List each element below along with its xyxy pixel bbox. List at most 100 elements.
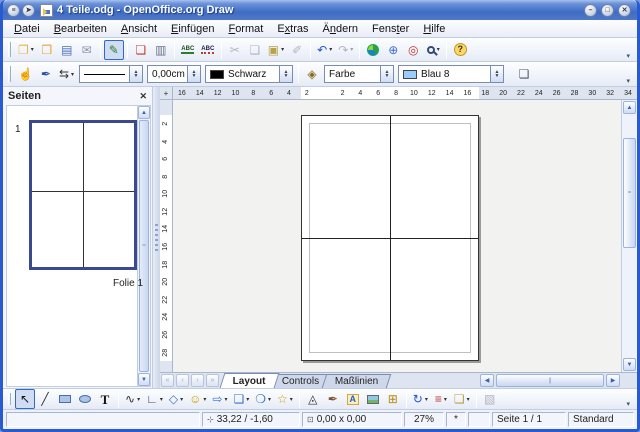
export-pdf-button[interactable]: ❏: [131, 40, 151, 60]
line-button[interactable]: ╱: [35, 389, 55, 409]
tab-malinien[interactable]: Maßlinien: [321, 374, 392, 388]
shadow-toggle-button[interactable]: ❏: [514, 64, 534, 84]
scroll-down-button[interactable]: ▼: [623, 358, 636, 371]
scrollbar-thumb[interactable]: =: [139, 120, 149, 372]
line-width-input[interactable]: 0,00cm ▲ ▼: [147, 65, 202, 83]
block-arrows-dropdown-arrow-icon[interactable]: ▾: [224, 396, 227, 403]
alignment-button[interactable]: ≡ ▾: [431, 389, 451, 409]
horizontal-ruler[interactable]: + 16 14 12 10 8 6 4 2 2 4 6 8 10 12 14 16 18 20 22 24 26 28 30…: [160, 87, 637, 100]
scroll-up-button[interactable]: ▲: [623, 101, 636, 114]
open-button[interactable]: ❒: [37, 40, 57, 60]
arrange-button[interactable]: ❏ ▾: [451, 389, 473, 409]
rectangle-button[interactable]: [55, 389, 75, 409]
connector-dropdown-arrow-icon[interactable]: ▾: [160, 396, 163, 403]
flowchart-dropdown-arrow-icon[interactable]: ▾: [246, 396, 249, 403]
new-button[interactable]: ❐ ▾: [15, 40, 37, 60]
zoom-level-cell[interactable]: 27%: [404, 412, 444, 427]
basic-shapes-dropdown-arrow-icon[interactable]: ▾: [180, 396, 183, 403]
page-style-cell[interactable]: Standard: [568, 412, 634, 427]
horizontal-scrollbar[interactable]: ◀ || ▶: [479, 373, 621, 388]
minimize-button[interactable]: –: [584, 3, 597, 17]
toolbar-grip[interactable]: [8, 42, 11, 57]
last-page-button[interactable]: »: [206, 374, 219, 387]
horizontal-divider-line[interactable]: [302, 238, 478, 239]
block-arrows-button[interactable]: ⇨ ▾: [209, 389, 230, 409]
new-dropdown-arrow-icon[interactable]: ▾: [31, 46, 34, 53]
window-roll-up-button[interactable]: ≡: [7, 3, 20, 17]
scrollbar-thumb[interactable]: =: [623, 138, 636, 248]
save-button[interactable]: ▤: [57, 40, 77, 60]
menu-bearbeiten[interactable]: Bearbeiten: [47, 22, 114, 36]
fontwork-gallery-button[interactable]: A: [343, 389, 363, 409]
fill-type-spinner[interactable]: ▲ ▼: [380, 66, 394, 82]
extrusion-toggle-button[interactable]: ▧: [480, 389, 500, 409]
callouts-button[interactable]: ❍ ▾: [252, 389, 274, 409]
line-width-spinner[interactable]: ▲ ▼: [187, 66, 201, 82]
menu-datei[interactable]: Datei: [7, 22, 47, 36]
arrow-style-dropdown-arrow-icon[interactable]: ▾: [71, 71, 74, 78]
email-button[interactable]: ✉: [77, 40, 97, 60]
menu-fenster[interactable]: Fenster: [365, 22, 416, 36]
toolbar-overflow-button[interactable]: ▾: [622, 77, 634, 85]
undo-button[interactable]: ↶ ▾: [314, 40, 335, 60]
first-page-button[interactable]: «: [161, 374, 174, 387]
curve-dropdown-arrow-icon[interactable]: ▾: [137, 396, 140, 403]
gluepoints-button[interactable]: ✒: [323, 389, 343, 409]
vertical-scrollbar[interactable]: ▲ = ▼: [621, 100, 637, 372]
drawing-canvas[interactable]: [173, 100, 621, 372]
window-on-top-button[interactable]: ➤: [22, 3, 35, 17]
object-size-cell[interactable]: ⊡ 0,00 x 0,00: [302, 412, 402, 427]
pages-panel-close-button[interactable]: ✕: [139, 91, 147, 102]
fill-color-select[interactable]: Blau 8 ▲ ▼: [398, 65, 505, 83]
vertical-ruler[interactable]: 2 4 6 8 10 12 14 16 18 20 22 24 26 28: [160, 100, 173, 372]
navigator-button[interactable]: ◎: [403, 40, 423, 60]
title-bar[interactable]: ≡ ➤ 4 Teile.odg - OpenOffice.org Draw – …: [3, 0, 637, 20]
stars-button[interactable]: ☆ ▾: [274, 389, 296, 409]
menu-hilfe[interactable]: Hilfe: [416, 22, 452, 36]
alignment-dropdown-arrow-icon[interactable]: ▾: [444, 396, 447, 403]
hyperlink-button[interactable]: ⊕: [383, 40, 403, 60]
spellcheck-button[interactable]: ABC: [178, 40, 198, 60]
scroll-down-button[interactable]: ▼: [138, 373, 150, 386]
text-button[interactable]: T: [95, 389, 115, 409]
scroll-right-button[interactable]: ▶: [606, 374, 620, 387]
panel-scrollbar[interactable]: ▲ = ▼: [137, 106, 150, 386]
paste-dropdown-arrow-icon[interactable]: ▾: [281, 46, 284, 53]
gallery-button[interactable]: ⊞: [383, 389, 403, 409]
cut-button[interactable]: ✂: [225, 40, 245, 60]
fill-type-select[interactable]: Farbe ▲ ▼: [324, 65, 395, 83]
scroll-left-button[interactable]: ◀: [480, 374, 494, 387]
help-button[interactable]: ?: [450, 40, 470, 60]
zoom-button[interactable]: ▾: [423, 40, 443, 60]
panel-splitter[interactable]: [153, 87, 160, 388]
line-style-select[interactable]: ▲ ▼: [79, 65, 144, 83]
toolbar-grip[interactable]: [8, 66, 11, 82]
basic-shapes-button[interactable]: ◇ ▾: [166, 389, 186, 409]
paste-button[interactable]: ▣ ▾: [265, 40, 287, 60]
edit-file-button[interactable]: ✎: [103, 39, 124, 60]
menu-format[interactable]: Format: [221, 22, 270, 36]
format-paintbrush-button[interactable]: ✐: [287, 40, 307, 60]
curve-button[interactable]: ∿ ▾: [122, 389, 143, 409]
redo-dropdown-arrow-icon[interactable]: ▾: [350, 46, 353, 53]
toolbar-overflow-button[interactable]: ▾: [622, 52, 634, 60]
document-page[interactable]: [301, 115, 479, 361]
rotate-button[interactable]: ↻ ▾: [410, 389, 431, 409]
menu-ndern[interactable]: Ändern: [316, 22, 366, 36]
symbol-shapes-button[interactable]: ☺ ▾: [186, 389, 209, 409]
undo-dropdown-arrow-icon[interactable]: ▾: [329, 46, 332, 53]
line-dialog-button[interactable]: ✒: [36, 64, 56, 84]
auto-spellcheck-button[interactable]: ABC: [198, 40, 218, 60]
maximize-button[interactable]: □: [601, 3, 614, 17]
line-color-spinner[interactable]: ▲ ▼: [279, 66, 293, 82]
copy-button[interactable]: ❏: [245, 40, 265, 60]
page-thumbnail[interactable]: [29, 120, 137, 270]
toolbar-grip[interactable]: [8, 392, 11, 406]
tab-layout[interactable]: Layout: [219, 373, 280, 388]
page-indicator-cell[interactable]: Seite 1 / 1: [492, 412, 566, 427]
previous-page-button[interactable]: ‹: [176, 374, 189, 387]
arrow-style-button[interactable]: ⇆ ▾: [56, 64, 77, 84]
line-style-spinner[interactable]: ▲ ▼: [129, 66, 143, 82]
toolbar-overflow-button[interactable]: ▾: [622, 400, 634, 408]
flowchart-button[interactable]: ❏ ▾: [230, 389, 252, 409]
